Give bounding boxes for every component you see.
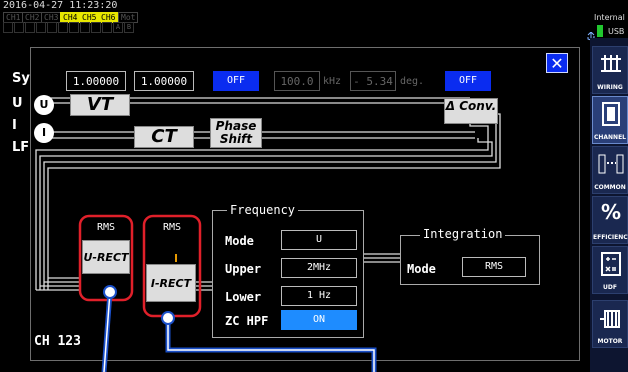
- frequency-section-title: Frequency: [227, 203, 299, 217]
- ct-block[interactable]: CT: [134, 126, 194, 148]
- phase-frequency-unit: kHz: [323, 76, 342, 87]
- frequency-mode-label: Mode: [225, 234, 254, 248]
- phase-shift-block[interactable]: Phase Shift: [210, 118, 262, 148]
- integration-mode-label: Mode: [407, 262, 436, 276]
- current-input-marker: I: [34, 123, 54, 143]
- delta-conversion-toggle[interactable]: OFF: [445, 71, 491, 91]
- close-icon: ✕: [550, 54, 564, 73]
- channel-group-label: CH 123: [34, 334, 81, 349]
- integration-section-title: Integration: [420, 227, 506, 241]
- u-rect-block[interactable]: U-RECT: [82, 240, 130, 274]
- frequency-lower-label: Lower: [225, 290, 262, 304]
- close-button[interactable]: ✕: [546, 53, 568, 73]
- phase-shift-toggle[interactable]: OFF: [213, 71, 259, 91]
- i-rectifier-mode[interactable]: RMS: [150, 222, 194, 233]
- phase-angle-unit: deg.: [400, 76, 425, 87]
- delta-conversion-block[interactable]: Δ Conv.: [444, 98, 498, 124]
- i-rect-block[interactable]: I-RECT: [146, 264, 196, 302]
- phase-angle-field[interactable]: - 5.34: [350, 71, 396, 91]
- frequency-lower-field[interactable]: 1 Hz: [281, 286, 357, 306]
- frequency-upper-label: Upper: [225, 262, 262, 276]
- integration-mode-field[interactable]: RMS: [462, 257, 526, 277]
- u-rectifier-mode[interactable]: RMS: [84, 222, 128, 233]
- frequency-upper-field[interactable]: 2MHz: [281, 258, 357, 278]
- ct-ratio-field[interactable]: 1.00000: [134, 71, 194, 91]
- vt-ratio-field[interactable]: 1.00000: [66, 71, 126, 91]
- phase-frequency-field[interactable]: 100.0: [274, 71, 320, 91]
- voltage-input-marker: U: [34, 95, 54, 115]
- zc-hpf-label: ZC HPF: [225, 314, 269, 328]
- zc-hpf-toggle[interactable]: ON: [281, 310, 357, 330]
- frequency-mode-field[interactable]: U: [281, 230, 357, 250]
- vt-block[interactable]: VT: [70, 94, 130, 116]
- instrument-screen: 2016-04-27 11:23:20 CH1 CH2 CH3 CH4 CH5 …: [0, 0, 628, 372]
